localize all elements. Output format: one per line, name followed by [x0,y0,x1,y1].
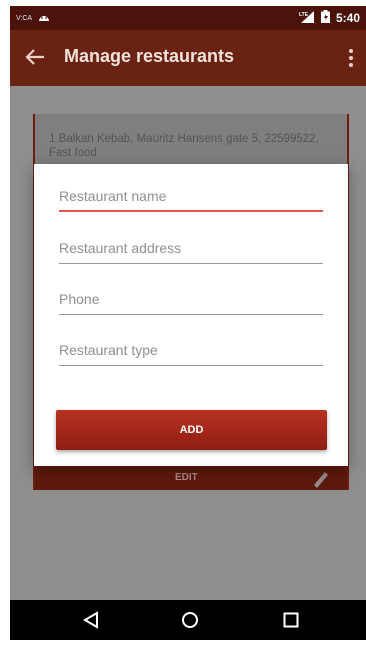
back-nav-icon[interactable] [82,610,100,635]
clock: 5:40 [335,11,360,25]
edit-bar[interactable]: EDIT [35,466,347,490]
restaurant-type-field[interactable]: Restaurant type [59,340,323,366]
phone-field[interactable]: Phone [59,289,323,315]
restaurant-name-field[interactable]: Restaurant name [59,186,323,212]
pencil-icon[interactable] [311,468,329,493]
home-nav-icon[interactable] [180,610,200,635]
system-nav-bar [10,600,366,640]
restaurant-card-text: 1 Balkan Kebab, Mauritz Hansens gate 5, … [49,133,319,159]
add-restaurant-dialog: Restaurant name Restaurant address Phone… [34,164,348,466]
page-title: Manage restaurants [64,46,235,66]
app-bar: Manage restaurants [10,30,366,86]
status-bar: V:CA LTE 5:40 [10,6,366,30]
restaurant-address-field[interactable]: Restaurant address [59,238,323,264]
edit-label: EDIT [175,472,198,483]
carrier-label: V:CA [16,15,33,22]
android-icon [38,12,50,25]
add-button[interactable]: ADD [56,410,327,450]
recents-nav-icon[interactable] [282,610,300,635]
battery-icon [320,10,330,26]
back-arrow-icon[interactable] [24,46,46,73]
signal-icon: LTE [299,10,315,26]
device-screen: V:CA LTE 5:40 Manage restaurants 1 Balka… [10,6,366,640]
network-label: LTE [299,12,309,18]
overflow-menu-icon[interactable] [348,48,354,73]
